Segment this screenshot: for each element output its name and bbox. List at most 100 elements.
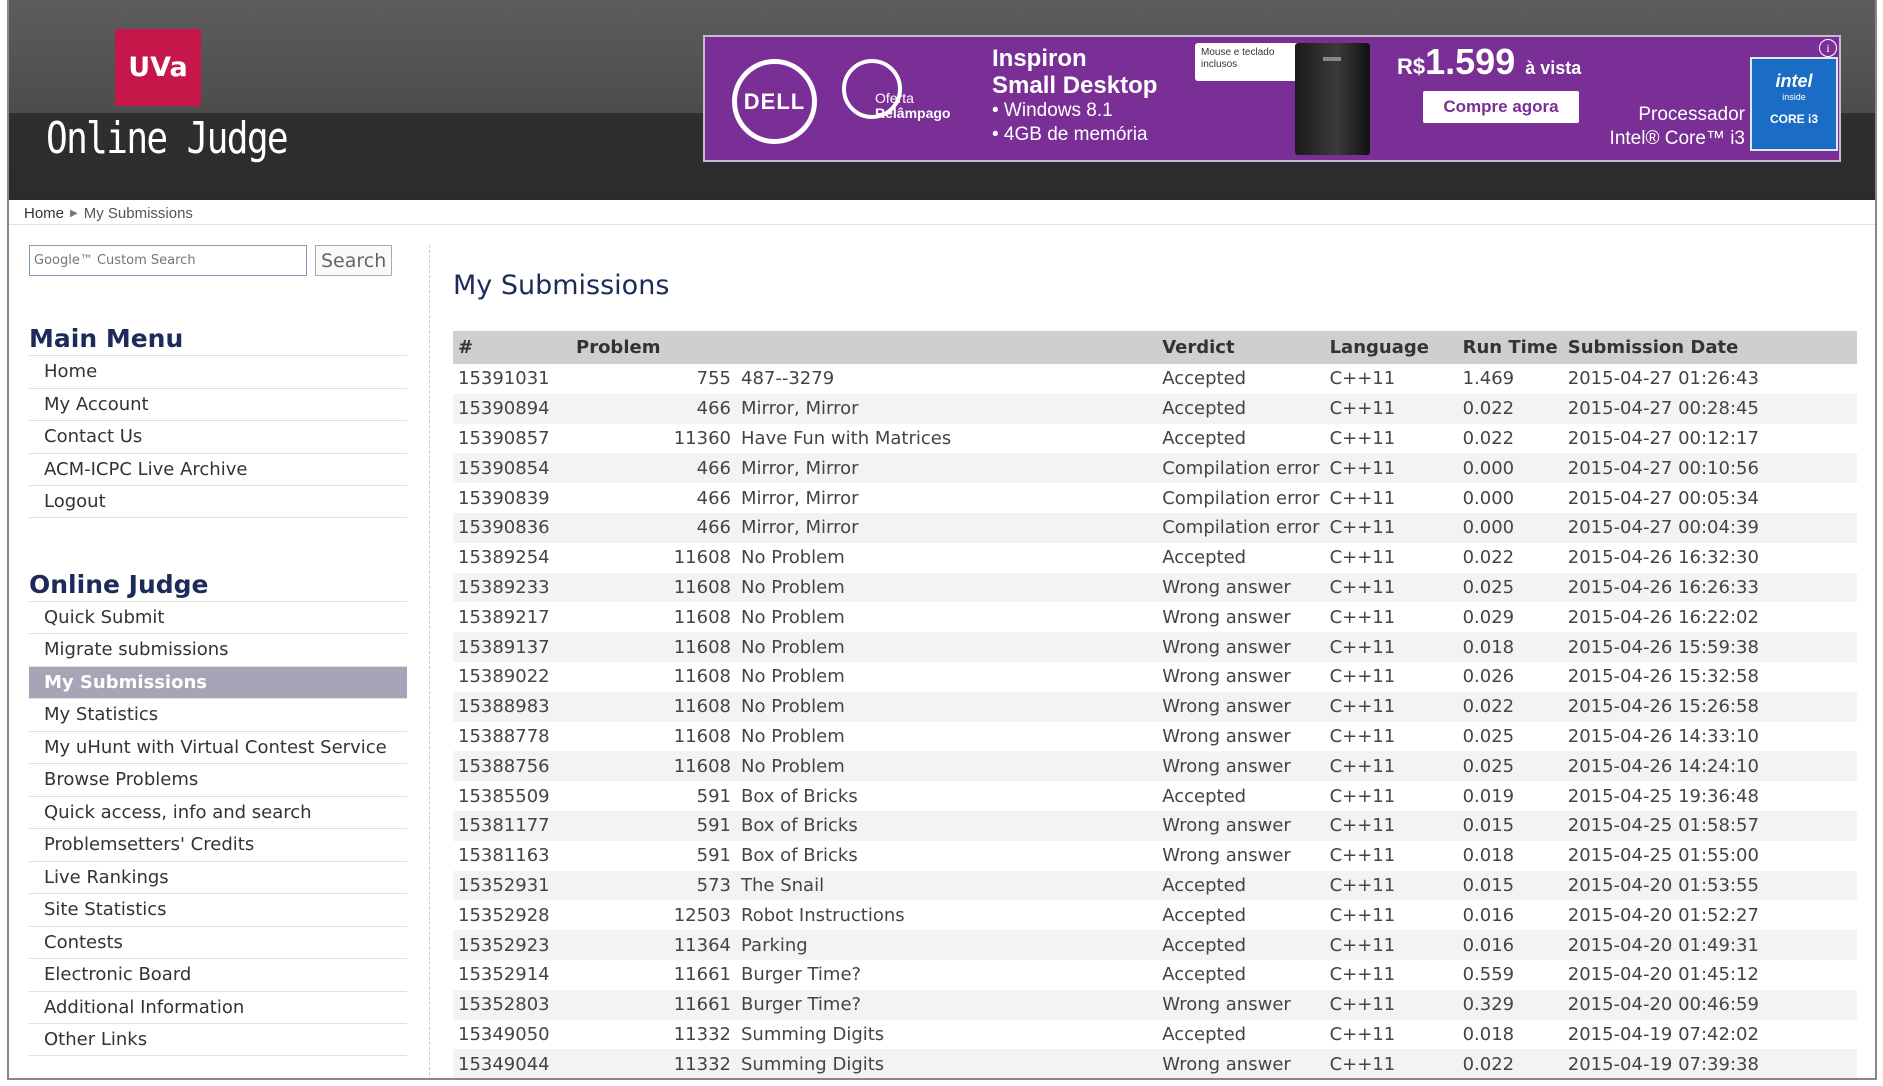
problem-title[interactable]: No Problem: [736, 691, 1158, 722]
problem-title[interactable]: Burger Time?: [736, 960, 1157, 990]
problem-title[interactable]: No Problem: [736, 662, 1157, 692]
problem-number[interactable]: 466: [571, 512, 736, 543]
menu-item-quick-access-info-and-search[interactable]: Quick access, info and search: [29, 795, 407, 829]
submission-id: 15381163: [458, 845, 550, 867]
problem-title[interactable]: Summing Digits: [736, 1020, 1157, 1050]
submission-date: 2015-04-26 16:32:30: [1567, 547, 1759, 569]
menu-item-contact-us[interactable]: Contact Us: [29, 420, 407, 453]
problem-number[interactable]: 11608: [571, 662, 736, 692]
run-time: 0.022: [1462, 547, 1515, 569]
problem-number[interactable]: 11608: [571, 722, 736, 752]
submission-date: 2015-04-20 01:52:27: [1567, 904, 1759, 926]
problem-number[interactable]: 466: [571, 483, 736, 513]
submission-date: 2015-04-25 01:55:00: [1567, 845, 1759, 867]
ad-processor-line2: Intel® Core™ i3: [1609, 128, 1745, 149]
problem-number[interactable]: 11360: [571, 424, 736, 454]
menu-item-problemsetters-credits[interactable]: Problemsetters' Credits: [29, 828, 407, 861]
menu-item-my-account[interactable]: My Account: [29, 387, 407, 421]
menu-item-live-rankings[interactable]: Live Rankings: [29, 860, 407, 894]
problem-title[interactable]: No Problem: [736, 572, 1158, 603]
problem-title[interactable]: 487--3279: [736, 364, 1157, 394]
problem-number[interactable]: 573: [571, 870, 736, 901]
problem-number[interactable]: 591: [571, 810, 736, 841]
problem-number[interactable]: 11661: [571, 960, 736, 990]
verdict: Wrong answer: [1157, 572, 1325, 603]
menu-item-migrate-submissions[interactable]: Migrate submissions: [29, 633, 407, 666]
problem-title[interactable]: No Problem: [736, 632, 1158, 662]
menu-item-quick-submit[interactable]: Quick Submit: [29, 600, 407, 634]
uva-logo[interactable]: UVa: [115, 29, 201, 106]
menu-item-logout[interactable]: Logout: [29, 485, 407, 518]
problem-number[interactable]: 11661: [571, 989, 736, 1020]
problem-number[interactable]: 11608: [571, 572, 736, 603]
problem-number[interactable]: 591: [571, 841, 736, 871]
problem-title[interactable]: No Problem: [736, 543, 1157, 573]
menu-item-home[interactable]: Home: [29, 355, 407, 388]
problem-number[interactable]: 11332: [571, 1049, 736, 1078]
menu-item-acm-icpc-live-archive[interactable]: ACM-ICPC Live Archive: [29, 452, 407, 486]
menu-item-site-statistics[interactable]: Site Statistics: [29, 893, 407, 926]
menu-item-my-uhunt-with-virtual-contest-service[interactable]: My uHunt with Virtual Contest Service: [29, 730, 407, 764]
submission-id: 15352928: [458, 904, 550, 926]
run-time: 0.559: [1462, 964, 1515, 986]
main-menu: Home My Account Contact Us ACM-ICPC Live Ar…: [29, 355, 407, 518]
problem-number[interactable]: 11608: [571, 602, 736, 632]
problem-title[interactable]: Mirror, Mirror: [736, 483, 1157, 513]
problem-title[interactable]: Mirror, Mirror: [736, 393, 1158, 424]
menu-item-other-links[interactable]: Other Links: [29, 1023, 407, 1056]
problem-title[interactable]: Summing Digits: [736, 1049, 1158, 1078]
problem-title[interactable]: Box of Bricks: [736, 781, 1157, 811]
table-row: 15391031 755 487--3279 Accepted C++11 1.469 20…: [453, 364, 1857, 394]
site-header: UVa Online Judge DELL Oferta Relâmpago I…: [9, 0, 1875, 200]
problem-title[interactable]: Robot Instructions: [736, 900, 1157, 930]
problem-title[interactable]: Parking: [736, 930, 1158, 960]
problem-title[interactable]: Mirror, Mirror: [736, 512, 1158, 543]
submission-id: 15349044: [453, 1049, 571, 1078]
menu-item-electronic-board[interactable]: Electronic Board: [29, 958, 407, 991]
problem-number[interactable]: 11332: [571, 1020, 736, 1050]
menu-item-browse-problems[interactable]: Browse Problems: [29, 763, 407, 796]
problem-title[interactable]: Mirror, Mirror: [736, 453, 1158, 484]
online-judge-menu-title: Online Judge: [29, 569, 209, 599]
problem-title[interactable]: No Problem: [736, 751, 1158, 782]
problem-number[interactable]: 755: [571, 364, 736, 394]
problem-title[interactable]: Have Fun with Matrices: [736, 424, 1157, 454]
problem-number[interactable]: 11608: [571, 632, 736, 662]
ad-info-icon[interactable]: i: [1819, 39, 1837, 57]
problem-title[interactable]: The Snail: [736, 870, 1158, 901]
ad-processor-line1: Processador: [1638, 104, 1745, 125]
problem-number[interactable]: 12503: [571, 900, 736, 930]
problem-title[interactable]: Box of Bricks: [736, 810, 1158, 841]
column-divider: [429, 245, 430, 1078]
submission-id: 15389137: [453, 632, 571, 662]
search-input[interactable]: [29, 245, 307, 276]
problem-title[interactable]: No Problem: [736, 602, 1157, 632]
menu-item-contests[interactable]: Contests: [29, 925, 407, 959]
problem-number[interactable]: 466: [571, 393, 736, 424]
problem-number[interactable]: 11608: [571, 691, 736, 722]
search-button[interactable]: Search: [315, 245, 393, 276]
breadcrumb-home[interactable]: Home: [24, 205, 64, 222]
language: C++11: [1329, 964, 1396, 986]
ad-banner[interactable]: DELL Oferta Relâmpago Inspiron Small Des…: [703, 35, 1841, 162]
table-row: 15390857 11360 Have Fun with Matrices Accep…: [453, 424, 1857, 454]
ad-price-prefix: R$: [1397, 54, 1426, 79]
run-time: 0.022: [1457, 691, 1563, 722]
menu-item-my-statistics[interactable]: My Statistics: [29, 698, 407, 731]
problem-number[interactable]: 466: [571, 453, 736, 484]
menu-item-additional-information[interactable]: Additional Information: [29, 990, 407, 1024]
problem-title[interactable]: No Problem: [736, 722, 1157, 752]
problem-number[interactable]: 11608: [571, 751, 736, 782]
problem-number[interactable]: 591: [571, 781, 736, 811]
language: C++11: [1324, 751, 1458, 782]
submission-date: 2015-04-27 01:26:43: [1567, 368, 1759, 390]
problem-number[interactable]: 11608: [571, 543, 736, 573]
problem-title[interactable]: Box of Bricks: [736, 841, 1157, 871]
ad-buy-button[interactable]: Compre agora: [1423, 91, 1579, 123]
menu-item-my-submissions[interactable]: My Submissions: [29, 665, 407, 698]
problem-title[interactable]: Burger Time?: [736, 989, 1158, 1020]
site-title[interactable]: Online Judge: [46, 113, 289, 164]
verdict: Accepted: [1162, 964, 1247, 986]
problem-number[interactable]: 11364: [571, 930, 736, 960]
table-row: 15389137 11608 No Problem Wrong answer C++11…: [453, 632, 1857, 662]
